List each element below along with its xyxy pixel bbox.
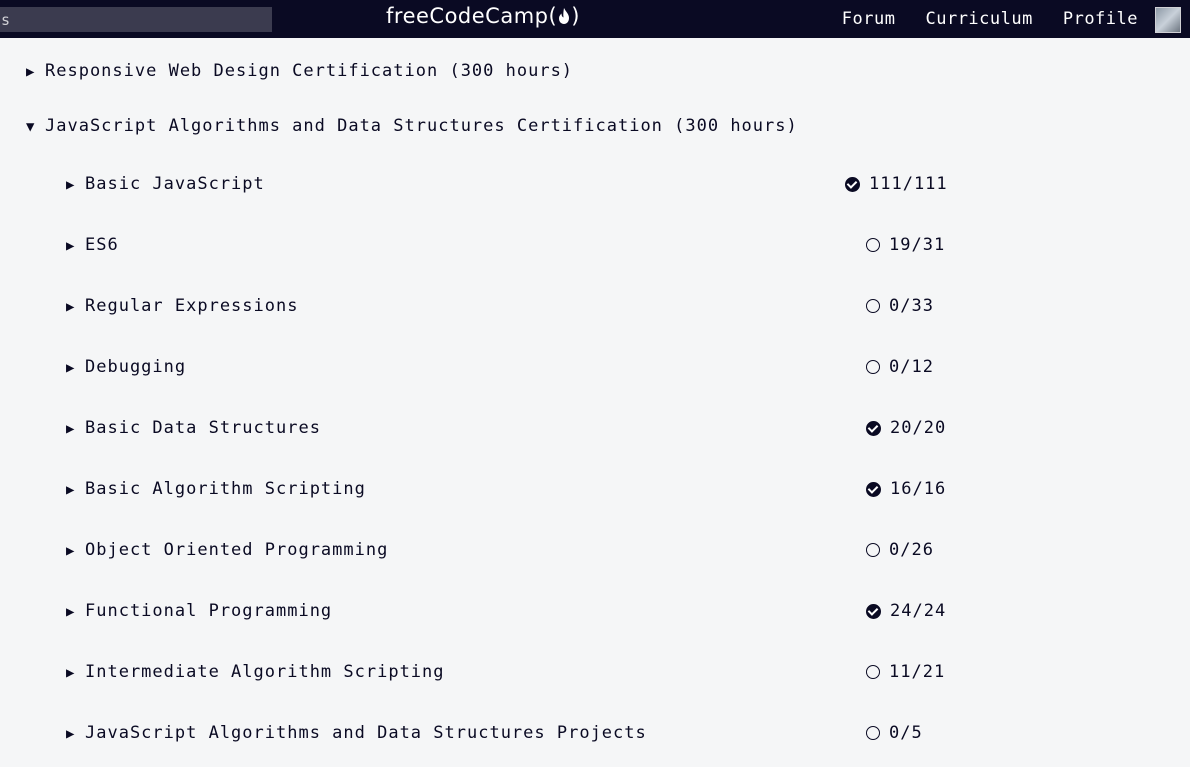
- empty-circle-icon: [866, 543, 880, 557]
- caret-right-icon[interactable]: ▶: [66, 543, 85, 559]
- empty-circle-icon: [866, 726, 880, 740]
- flame-icon: [557, 6, 571, 30]
- block-progress: 16/16: [866, 479, 946, 499]
- block-row: ▶ Regular Expressions 0/33: [66, 296, 966, 322]
- block-row: ▶ ES6 19/31: [66, 235, 966, 261]
- progress-count: 0/12: [889, 357, 934, 377]
- block-progress: 19/31: [866, 235, 945, 255]
- progress-count: 0/33: [889, 296, 934, 316]
- block-row: ▶ Basic JavaScript 111/111: [66, 174, 966, 200]
- progress-count: 19/31: [889, 235, 946, 255]
- progress-count: 20/20: [890, 418, 947, 438]
- block-row: ▶ Functional Programming 24/24: [66, 601, 966, 627]
- empty-circle-icon: [866, 665, 880, 679]
- block-title[interactable]: JavaScript Algorithms and Data Structure…: [85, 723, 647, 743]
- caret-down-icon: ▼: [26, 119, 36, 135]
- block-title[interactable]: Basic Data Structures: [85, 418, 321, 438]
- block-progress: 0/26: [866, 540, 934, 560]
- block-progress: 11/21: [866, 662, 945, 682]
- caret-right-icon[interactable]: ▶: [66, 177, 85, 193]
- nav-curriculum-link[interactable]: Curriculum: [925, 9, 1032, 29]
- progress-count: 16/16: [890, 479, 947, 499]
- block-row: ▶ Intermediate Algorithm Scripting 11/21: [66, 662, 966, 688]
- block-title[interactable]: Basic JavaScript: [85, 174, 265, 194]
- nav-profile-link[interactable]: Profile: [1063, 9, 1138, 29]
- block-row: ▶ Debugging 0/12: [66, 357, 966, 383]
- block-progress: 0/33: [866, 296, 934, 316]
- freecodecamp-logo[interactable]: freeCodeCamp(): [386, 4, 580, 30]
- empty-circle-icon: [866, 238, 880, 252]
- caret-right-icon: ▶: [26, 64, 36, 80]
- progress-count: 111/111: [869, 174, 948, 194]
- nav-forum-link[interactable]: Forum: [842, 9, 896, 29]
- caret-right-icon[interactable]: ▶: [66, 360, 85, 376]
- block-progress: 24/24: [866, 601, 946, 621]
- cert-title: Responsive Web Design Certification (300…: [45, 61, 574, 81]
- caret-right-icon[interactable]: ▶: [66, 238, 85, 254]
- cert-javascript-algorithms[interactable]: ▼ JavaScript Algorithms and Data Structur…: [26, 116, 798, 136]
- nav-links: Forum Curriculum Profile: [842, 0, 1138, 38]
- logo-paren: ): [571, 4, 580, 28]
- block-row: ▶ Object Oriented Programming 0/26: [66, 540, 966, 566]
- progress-count: 11/21: [889, 662, 946, 682]
- top-navbar: freeCodeCamp() Forum Curriculum Profile: [0, 0, 1190, 38]
- progress-count: 0/5: [889, 723, 923, 743]
- block-title[interactable]: Object Oriented Programming: [85, 540, 388, 560]
- search-input[interactable]: [0, 7, 272, 32]
- block-title[interactable]: Intermediate Algorithm Scripting: [85, 662, 445, 682]
- empty-circle-icon: [866, 299, 880, 313]
- block-title[interactable]: Debugging: [85, 357, 186, 377]
- block-progress: 111/111: [845, 174, 948, 194]
- caret-right-icon[interactable]: ▶: [66, 665, 85, 681]
- check-circle-icon: [866, 420, 881, 436]
- caret-right-icon[interactable]: ▶: [66, 482, 85, 498]
- caret-right-icon[interactable]: ▶: [66, 604, 85, 620]
- logo-text: freeCodeCamp(: [386, 4, 558, 28]
- block-progress: 20/20: [866, 418, 946, 438]
- check-circle-icon: [845, 176, 860, 192]
- block-title[interactable]: Basic Algorithm Scripting: [85, 479, 366, 499]
- caret-right-icon[interactable]: ▶: [66, 726, 85, 742]
- block-row: ▶ Basic Data Structures 20/20: [66, 418, 966, 444]
- block-row: ▶ Basic Algorithm Scripting 16/16: [66, 479, 966, 505]
- cert-responsive-web-design[interactable]: ▶ Responsive Web Design Certification (30…: [26, 61, 573, 81]
- progress-count: 0/26: [889, 540, 934, 560]
- block-title[interactable]: ES6: [85, 235, 119, 255]
- check-circle-icon: [866, 603, 881, 619]
- avatar[interactable]: [1155, 7, 1181, 33]
- block-progress: 0/12: [866, 357, 934, 377]
- check-circle-icon: [866, 481, 881, 497]
- cert-title: JavaScript Algorithms and Data Structure…: [45, 116, 798, 136]
- block-title[interactable]: Regular Expressions: [85, 296, 298, 316]
- block-row: ▶ JavaScript Algorithms and Data Structur…: [66, 723, 966, 749]
- empty-circle-icon: [866, 360, 880, 374]
- caret-right-icon[interactable]: ▶: [66, 421, 85, 437]
- block-title[interactable]: Functional Programming: [85, 601, 332, 621]
- block-progress: 0/5: [866, 723, 923, 743]
- caret-right-icon[interactable]: ▶: [66, 299, 85, 315]
- progress-count: 24/24: [890, 601, 947, 621]
